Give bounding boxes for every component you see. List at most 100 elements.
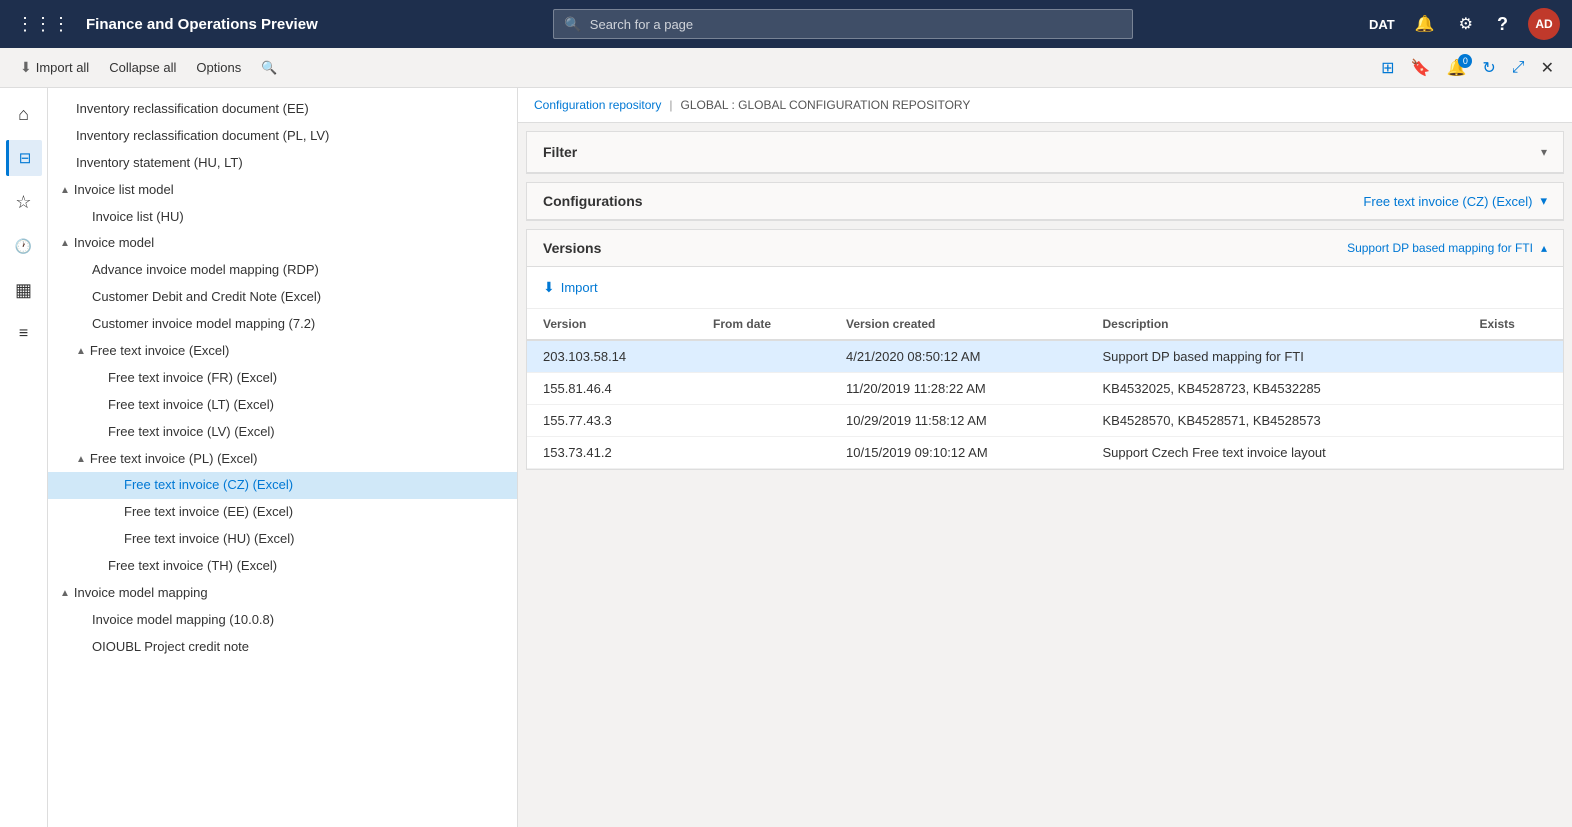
list-item[interactable]: Inventory reclassification document (EE)	[48, 96, 517, 123]
help-button[interactable]: ?	[1493, 10, 1512, 39]
import-all-label: Import all	[36, 60, 89, 75]
tree-item-label: Customer Debit and Credit Note (Excel)	[92, 289, 321, 306]
sidebar-filter-button[interactable]: ⊟	[6, 140, 42, 176]
apps-menu-button[interactable]: ⋮⋮⋮	[12, 10, 74, 39]
list-item[interactable]: ▲ Free text invoice (Excel)	[48, 338, 517, 365]
notification-badge: 0	[1458, 54, 1472, 68]
sidebar-home-button[interactable]: ⌂	[6, 96, 42, 132]
user-avatar-button[interactable]: AD	[1528, 8, 1560, 40]
breadcrumb-config-repo[interactable]: Configuration repository	[534, 98, 661, 112]
list-item[interactable]: ▲ Invoice model	[48, 230, 517, 257]
collapse-arrow-icon: ▲	[76, 345, 86, 358]
import-all-icon: ⬇	[20, 59, 32, 76]
close-button[interactable]: ✕	[1535, 54, 1560, 82]
tree-item-label: Invoice model mapping (10.0.8)	[92, 612, 274, 629]
search-bar[interactable]: 🔍 Search for a page	[553, 9, 1133, 39]
tree-item-label: Free text invoice (LT) (Excel)	[108, 397, 274, 414]
expand-button[interactable]: ⤢	[1506, 55, 1531, 81]
tree-item-label: Free text invoice (LV) (Excel)	[108, 424, 275, 441]
col-description: Description	[1086, 309, 1463, 340]
list-item[interactable]: Inventory statement (HU, LT)	[48, 150, 517, 177]
list-item[interactable]: ▲ Free text invoice (PL) (Excel)	[48, 446, 517, 473]
bookmark-button[interactable]: 🔖	[1405, 54, 1437, 82]
import-button-label: Import	[561, 280, 598, 295]
table-cell-versionCreated: 11/20/2019 11:28:22 AM	[830, 373, 1087, 405]
sidebar-menu-button[interactable]: ≡	[6, 316, 42, 352]
tree-item-label: Free text invoice (PL) (Excel)	[90, 451, 258, 468]
tree-item-label: Free text invoice (FR) (Excel)	[108, 370, 277, 387]
table-row[interactable]: 155.77.43.310/29/2019 11:58:12 AMKB45285…	[527, 405, 1563, 437]
sidebar-dashboard-button[interactable]: ▦	[6, 272, 42, 308]
configurations-header[interactable]: Configurations Free text invoice (CZ) (E…	[527, 183, 1563, 220]
table-row[interactable]: 155.81.46.411/20/2019 11:28:22 AMKB45320…	[527, 373, 1563, 405]
tree-item-label: Invoice model	[74, 235, 154, 252]
config-chevron-icon: ▾	[1540, 193, 1547, 209]
sidebar-favorites-button[interactable]: ☆	[6, 184, 42, 220]
sidebar-icon-panel: ⌂ ⊟ ☆ 🕐 ▦ ≡	[0, 88, 48, 827]
collapse-arrow-icon: ▲	[76, 453, 86, 466]
tree-item-label: Invoice model mapping	[74, 585, 208, 602]
versions-title: Versions	[543, 240, 601, 256]
filter-chevron-icon: ▾	[1541, 145, 1547, 159]
sidebar-recent-button[interactable]: 🕐	[6, 228, 42, 264]
import-button[interactable]: ⬇ Import	[527, 271, 614, 304]
list-item[interactable]: OIOUBL Project credit note	[48, 634, 517, 661]
table-cell-fromDate	[697, 373, 830, 405]
settings-button[interactable]: ⚙	[1455, 10, 1477, 38]
list-item[interactable]: Free text invoice (EE) (Excel)	[48, 499, 517, 526]
import-all-button[interactable]: ⬇ Import all	[12, 55, 97, 80]
options-button[interactable]: Options	[188, 56, 249, 79]
col-version: Version	[527, 309, 697, 340]
table-cell-exists	[1464, 373, 1564, 405]
tree-item-label: Customer invoice model mapping (7.2)	[92, 316, 315, 333]
table-cell-exists	[1464, 437, 1564, 469]
grid-view-button[interactable]: ⊞	[1375, 54, 1400, 82]
tree-item-label: Free text invoice (TH) (Excel)	[108, 558, 277, 575]
import-button-area: ⬇ Import	[527, 267, 1563, 309]
table-cell-version: 155.81.46.4	[527, 373, 697, 405]
list-item[interactable]: Customer Debit and Credit Note (Excel)	[48, 284, 517, 311]
breadcrumb-separator: |	[669, 98, 672, 112]
notifications-button[interactable]: 🔔	[1411, 10, 1439, 38]
list-item[interactable]: Free text invoice (TH) (Excel)	[48, 553, 517, 580]
table-cell-description: KB4528570, KB4528571, KB4528573	[1086, 405, 1463, 437]
list-item[interactable]: Free text invoice (LT) (Excel)	[48, 392, 517, 419]
options-label: Options	[196, 60, 241, 75]
tree-item-label: Invoice list (HU)	[92, 209, 184, 226]
filter-section-header[interactable]: Filter ▾	[527, 132, 1563, 173]
list-item[interactable]: Free text invoice (CZ) (Excel)	[48, 472, 517, 499]
refresh-button[interactable]: ↻	[1476, 54, 1501, 82]
table-cell-versionCreated: 4/21/2020 08:50:12 AM	[830, 340, 1087, 373]
table-row[interactable]: 153.73.41.210/15/2019 09:10:12 AMSupport…	[527, 437, 1563, 469]
versions-section: Versions Support DP based mapping for FT…	[526, 229, 1564, 470]
collapse-all-button[interactable]: Collapse all	[101, 56, 184, 79]
breadcrumb: Configuration repository | GLOBAL : GLOB…	[518, 88, 1572, 123]
filter-section: Filter ▾	[526, 131, 1564, 174]
list-item[interactable]: Inventory reclassification document (PL,…	[48, 123, 517, 150]
table-cell-fromDate	[697, 340, 830, 373]
list-item[interactable]: ▲ Invoice model mapping	[48, 580, 517, 607]
list-item[interactable]: Invoice list (HU)	[48, 204, 517, 231]
versions-right: Support DP based mapping for FTI ▴	[1347, 241, 1547, 255]
list-item[interactable]: Free text invoice (LV) (Excel)	[48, 419, 517, 446]
tree-item-label: Free text invoice (HU) (Excel)	[124, 531, 294, 548]
configurations-title: Configurations	[543, 193, 643, 209]
list-item[interactable]: Customer invoice model mapping (7.2)	[48, 311, 517, 338]
tree-panel: Inventory reclassification document (EE)…	[48, 88, 518, 827]
list-item[interactable]: Free text invoice (FR) (Excel)	[48, 365, 517, 392]
filter-section-title: Filter	[543, 144, 577, 160]
notification-toolbar-button[interactable]: 🔔 0	[1440, 54, 1472, 82]
col-version-created: Version created	[830, 309, 1087, 340]
search-toolbar-button[interactable]: 🔍	[253, 56, 285, 80]
table-cell-description: Support Czech Free text invoice layout	[1086, 437, 1463, 469]
table-row[interactable]: 203.103.58.144/21/2020 08:50:12 AMSuppor…	[527, 340, 1563, 373]
list-item[interactable]: ▲ Invoice list model	[48, 177, 517, 204]
versions-right-label: Support DP based mapping for FTI	[1347, 241, 1533, 255]
list-item[interactable]: Advance invoice model mapping (RDP)	[48, 257, 517, 284]
list-item[interactable]: Invoice model mapping (10.0.8)	[48, 607, 517, 634]
versions-header[interactable]: Versions Support DP based mapping for FT…	[527, 230, 1563, 267]
list-item[interactable]: Free text invoice (HU) (Excel)	[48, 526, 517, 553]
tree-item-label: Free text invoice (Excel)	[90, 343, 229, 360]
tree-item-label: Inventory statement (HU, LT)	[76, 155, 243, 172]
col-exists: Exists	[1464, 309, 1564, 340]
